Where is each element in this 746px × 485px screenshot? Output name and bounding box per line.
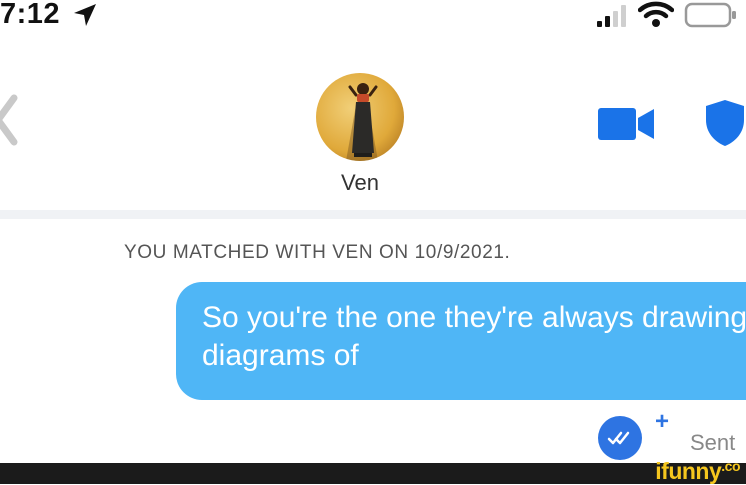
location-arrow-icon <box>74 4 96 26</box>
match-date-label: YOU MATCHED WITH VEN ON 10/9/2021. <box>124 242 511 263</box>
wifi-icon <box>638 1 674 27</box>
watermark-bar <box>0 463 746 484</box>
match-avatar[interactable] <box>316 73 404 161</box>
cellular-signal-icon <box>597 5 626 27</box>
ifunny-watermark-logo: ifunny.co <box>655 458 740 484</box>
battery-icon <box>684 2 736 28</box>
message-status: Sent <box>690 430 736 455</box>
read-receipt-icon[interactable] <box>598 416 642 460</box>
message-text: So you're the one they're always drawing… <box>202 301 746 372</box>
status-bar: 7:12 <box>0 0 746 32</box>
video-camera-icon[interactable] <box>596 104 658 144</box>
match-name[interactable]: Ven <box>300 170 420 196</box>
status-time: 7:12 <box>0 0 61 30</box>
sent-message-bubble[interactable]: So you're the one they're always drawing… <box>176 282 746 400</box>
shield-icon[interactable] <box>704 98 746 148</box>
plus-icon[interactable]: + <box>655 410 669 434</box>
header-divider <box>0 210 746 219</box>
back-chevron-icon[interactable] <box>0 92 18 148</box>
